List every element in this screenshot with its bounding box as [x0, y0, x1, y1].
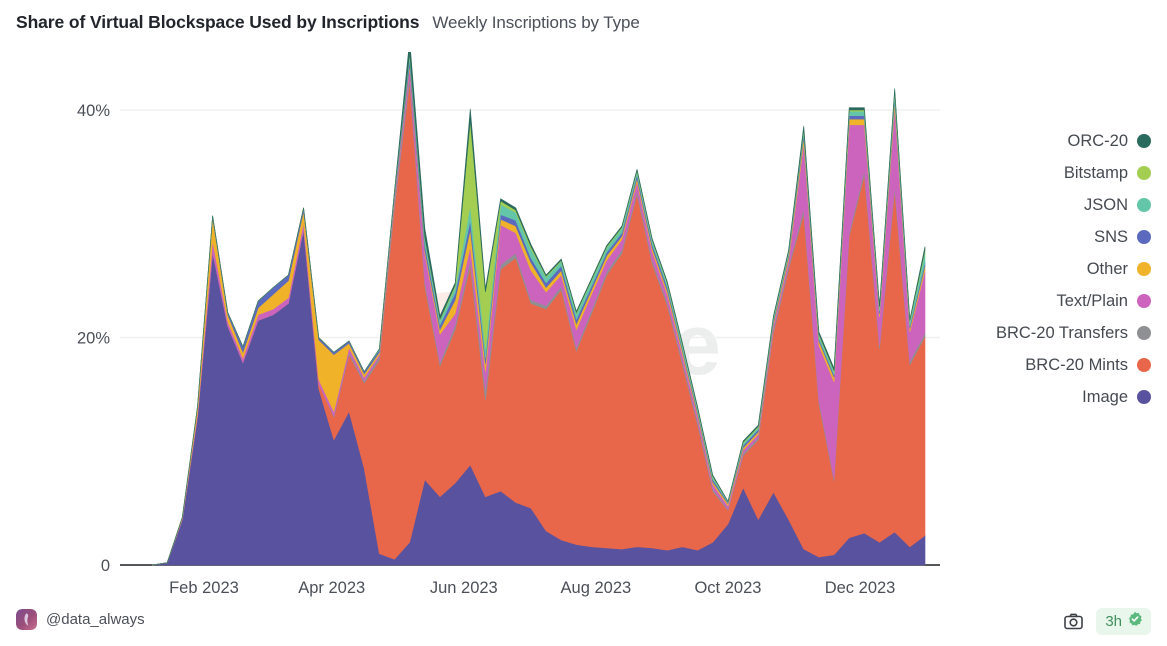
chart-footer: @data_always 3h	[0, 600, 1167, 646]
x-axis-tick-label: Jun 2023	[430, 579, 498, 597]
x-axis-tick-label: Apr 2023	[298, 579, 365, 597]
area-series-group	[151, 52, 926, 566]
avatar	[16, 609, 37, 630]
x-axis-tick-label: Aug 2023	[561, 579, 632, 597]
legend-item-label: Other	[1086, 259, 1128, 278]
legend-color-swatch	[1137, 294, 1151, 308]
legend-item-label: BRC-20 Mints	[1025, 355, 1128, 374]
legend-item[interactable]: Image	[1082, 381, 1151, 413]
legend-item-label: ORC-20	[1067, 131, 1128, 150]
legend-color-swatch	[1137, 166, 1151, 180]
x-axis-tick-labels: Feb 2023 Apr 2023 Jun 2023 Aug 2023 Oct 2023…	[169, 579, 895, 597]
legend-item-label: Image	[1082, 387, 1128, 406]
legend-item[interactable]: Bitstamp	[1064, 157, 1151, 189]
legend-color-swatch	[1137, 390, 1151, 404]
legend-item[interactable]: BRC-20 Mints	[1025, 349, 1151, 381]
camera-icon[interactable]	[1062, 611, 1084, 633]
status-badge[interactable]: 3h	[1096, 608, 1151, 635]
legend-item-label: Text/Plain	[1056, 291, 1128, 310]
legend-item-label: Bitstamp	[1063, 163, 1128, 182]
freshness-label: 3h	[1105, 613, 1122, 630]
y-axis-tick-label: 40%	[77, 102, 110, 120]
legend-item[interactable]: ORC-20	[1067, 125, 1151, 157]
legend-color-swatch	[1137, 358, 1151, 372]
legend-item-label: SNS	[1094, 227, 1128, 246]
author-link[interactable]: @data_always	[16, 609, 145, 630]
verified-badge-icon	[1127, 611, 1143, 632]
footer-actions: 3h	[1062, 608, 1151, 635]
author-handle: @data_always	[46, 611, 145, 628]
legend-item[interactable]: SNS	[1094, 221, 1151, 253]
x-axis-tick-label: Dec 2023	[825, 579, 896, 597]
legend-item[interactable]: JSON	[1084, 189, 1151, 221]
x-axis-tick-label: Oct 2023	[694, 579, 761, 597]
page-title: Share of Virtual Blockspace Used by Insc…	[16, 12, 420, 32]
legend-item-label: BRC-20 Transfers	[995, 323, 1128, 342]
legend-color-swatch	[1137, 134, 1151, 148]
y-axis-tick-label: 20%	[77, 330, 110, 348]
legend-item-label: JSON	[1083, 195, 1128, 214]
x-axis-tick-label: Feb 2023	[169, 579, 239, 597]
legend-color-swatch	[1137, 326, 1151, 340]
y-axis-tick-label: 0	[101, 557, 110, 575]
chart-subtitle: Weekly Inscriptions by Type	[432, 13, 640, 32]
legend-color-swatch	[1137, 198, 1151, 212]
legend-item[interactable]: Other	[1087, 253, 1151, 285]
legend-item[interactable]: Text/Plain	[1056, 285, 1151, 317]
legend-color-swatch	[1137, 230, 1151, 244]
legend-item[interactable]: BRC-20 Transfers	[996, 317, 1151, 349]
legend-color-swatch	[1137, 262, 1151, 276]
chart-legend: ORC-20 Bitstamp JSON SNS Other Text/Plain BRC-…	[901, 125, 1151, 413]
chart-header: Share of Virtual Blockspace Used by Insc…	[16, 12, 640, 33]
